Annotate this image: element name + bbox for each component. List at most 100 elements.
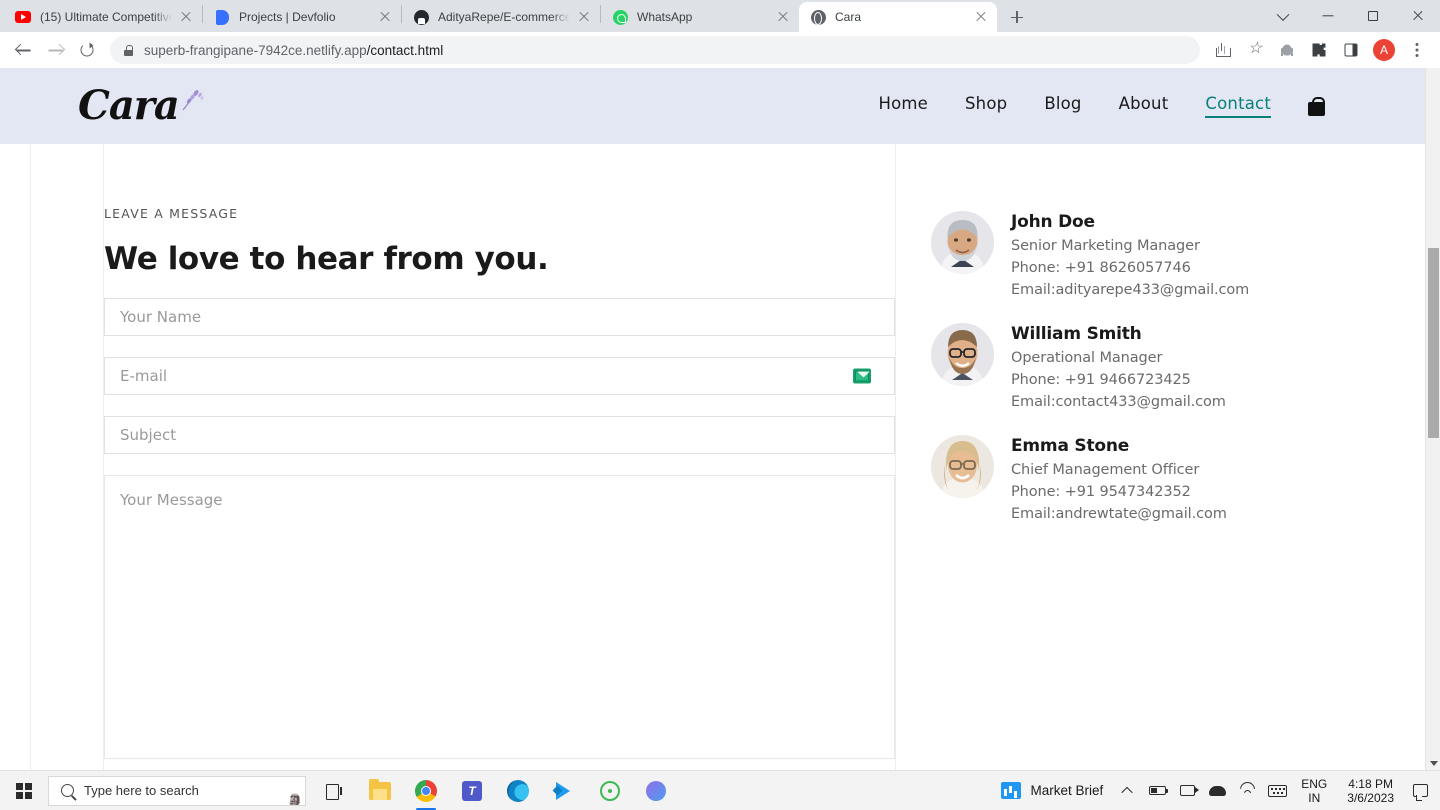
decorative-rule-left [30, 144, 31, 770]
page-scrollbar[interactable] [1425, 68, 1440, 770]
subject-field[interactable]: Subject [104, 416, 895, 454]
minimize-button[interactable] [1305, 0, 1350, 32]
person-info: William Smith Operational Manager Phone:… [1011, 323, 1226, 410]
nav-item-about[interactable]: About [1119, 94, 1169, 118]
market-brief-label: Market Brief [1030, 783, 1104, 798]
section-eyebrow: LEAVE A MESSAGE [104, 206, 239, 221]
notification-center-icon[interactable] [1408, 771, 1432, 810]
youtube-icon [15, 9, 31, 25]
nav-item-home[interactable]: Home [878, 94, 928, 118]
name-field[interactable]: Your Name [104, 298, 895, 336]
search-highlight-art-icon: 🗿 [286, 792, 303, 806]
bookmark-star-icon[interactable]: ☆ [1240, 35, 1270, 65]
tab-strip: (15) Ultimate Competitive Progra Project… [0, 0, 1440, 32]
message-textarea[interactable]: Your Message [104, 475, 895, 759]
browser-window: (15) Ultimate Competitive Progra Project… [0, 0, 1440, 810]
nav-item-contact[interactable]: Contact [1205, 94, 1271, 118]
address-bar[interactable]: superb-frangipane-7942ce.netlify.app/con… [110, 36, 1200, 64]
meet-now-icon[interactable] [1175, 771, 1199, 810]
scroll-down-icon[interactable] [1429, 761, 1438, 766]
close-icon[interactable] [973, 9, 989, 25]
close-icon[interactable] [178, 9, 194, 25]
email-placeholder: E-mail [120, 367, 168, 385]
site-header: Cara Home Shop Blog About Contact [0, 68, 1425, 144]
reload-button[interactable] [72, 35, 102, 65]
browser-tab-3[interactable]: WhatsApp [601, 2, 799, 32]
person-phone: Phone: +91 8626057746 [1011, 260, 1191, 276]
edge-icon[interactable] [496, 771, 540, 810]
market-brief-widget[interactable]: Market Brief [1001, 782, 1103, 799]
site-nav: Home Shop Blog About Contact [878, 94, 1397, 118]
lock-icon [124, 44, 134, 56]
onedrive-cloud-icon[interactable] [1205, 771, 1229, 810]
contact-people-column: John Doe Senior Marketing Manager Phone:… [895, 206, 1249, 759]
email-field[interactable]: E-mail [104, 357, 895, 395]
toolbar-actions: ☆ A [1208, 35, 1432, 65]
person-email: Email:contact433@gmail.com [1011, 394, 1226, 410]
tab-search-button[interactable] [1260, 0, 1305, 32]
wifi-icon[interactable] [1235, 771, 1259, 810]
forward-button[interactable] [40, 35, 70, 65]
windows-logo-icon [16, 782, 32, 799]
globe-icon [810, 9, 826, 25]
task-view-button[interactable] [312, 771, 356, 810]
new-tab-button[interactable] [1003, 3, 1031, 31]
battery-icon[interactable] [1145, 771, 1169, 810]
clock-time: 4:18 PM [1348, 776, 1393, 791]
tab-title: Cara [835, 10, 862, 24]
browser-tab-4-active[interactable]: Cara [799, 2, 997, 32]
chrome-icon[interactable] [404, 771, 448, 810]
maximize-button[interactable] [1350, 0, 1395, 32]
taskbar-pinned-apps: T [306, 771, 678, 810]
profile-avatar[interactable]: A [1373, 39, 1395, 61]
vscode-icon[interactable] [542, 771, 586, 810]
page-title: We love to hear from you. [104, 241, 549, 277]
tab-title: WhatsApp [637, 10, 693, 24]
person-card: John Doe Senior Marketing Manager Phone:… [931, 211, 1249, 298]
avatar [931, 211, 994, 274]
nav-item-blog[interactable]: Blog [1044, 94, 1081, 118]
browser-tab-0[interactable]: (15) Ultimate Competitive Progra [4, 2, 202, 32]
close-icon[interactable] [576, 9, 592, 25]
person-info: Emma Stone Chief Management Officer Phon… [1011, 435, 1227, 522]
bug-extension-icon[interactable] [1272, 35, 1302, 65]
file-explorer-icon[interactable] [358, 771, 402, 810]
language-indicator[interactable]: ENG IN [1295, 777, 1333, 805]
scrollbar-thumb[interactable] [1428, 248, 1439, 438]
react-icon[interactable] [588, 771, 632, 810]
language-line-1: ENG [1301, 776, 1328, 791]
share-icon[interactable] [1208, 35, 1238, 65]
person-role: Senior Marketing Manager [1011, 238, 1200, 254]
cara-contact-page: Cara Home Shop Blog About Contact LEAVE … [0, 68, 1425, 770]
devfolio-icon [214, 9, 230, 25]
market-brief-icon [1001, 782, 1022, 799]
site-logo[interactable]: Cara [78, 86, 204, 126]
browser-tab-1[interactable]: Projects | Devfolio [203, 2, 401, 32]
close-icon[interactable] [775, 9, 791, 25]
back-button[interactable] [8, 35, 38, 65]
contact-section: LEAVE A MESSAGE We love to hear from you… [0, 144, 1425, 759]
mail-check-icon[interactable] [853, 368, 871, 384]
close-window-button[interactable] [1395, 0, 1440, 32]
close-icon[interactable] [377, 9, 393, 25]
side-panel-icon[interactable] [1336, 35, 1366, 65]
extensions-puzzle-icon[interactable] [1304, 35, 1334, 65]
clock[interactable]: 4:18 PM 3/6/2023 [1339, 777, 1402, 805]
taskbar-search-input[interactable]: Type here to search 🗿 [48, 775, 306, 806]
message-placeholder: Your Message [120, 491, 223, 509]
search-icon [61, 784, 74, 797]
github-icon [413, 9, 429, 25]
teams-icon[interactable]: T [450, 771, 494, 810]
browser-tab-2[interactable]: AdityaRepe/E-commerce-website [402, 2, 600, 32]
shopping-bag-icon[interactable] [1308, 96, 1325, 116]
copilot-icon[interactable] [634, 771, 678, 810]
chrome-menu-kebab-icon[interactable] [1402, 35, 1432, 65]
person-card: Emma Stone Chief Management Officer Phon… [931, 435, 1249, 522]
start-button[interactable] [0, 771, 48, 810]
nav-item-shop[interactable]: Shop [965, 94, 1007, 118]
show-hidden-icons-button[interactable] [1115, 771, 1139, 810]
person-role: Chief Management Officer [1011, 462, 1200, 478]
touch-keyboard-icon[interactable] [1265, 771, 1289, 810]
windows-taskbar: Type here to search 🗿 T Market Brief ENG… [0, 770, 1440, 810]
tab-title: AdityaRepe/E-commerce-website [438, 10, 570, 24]
